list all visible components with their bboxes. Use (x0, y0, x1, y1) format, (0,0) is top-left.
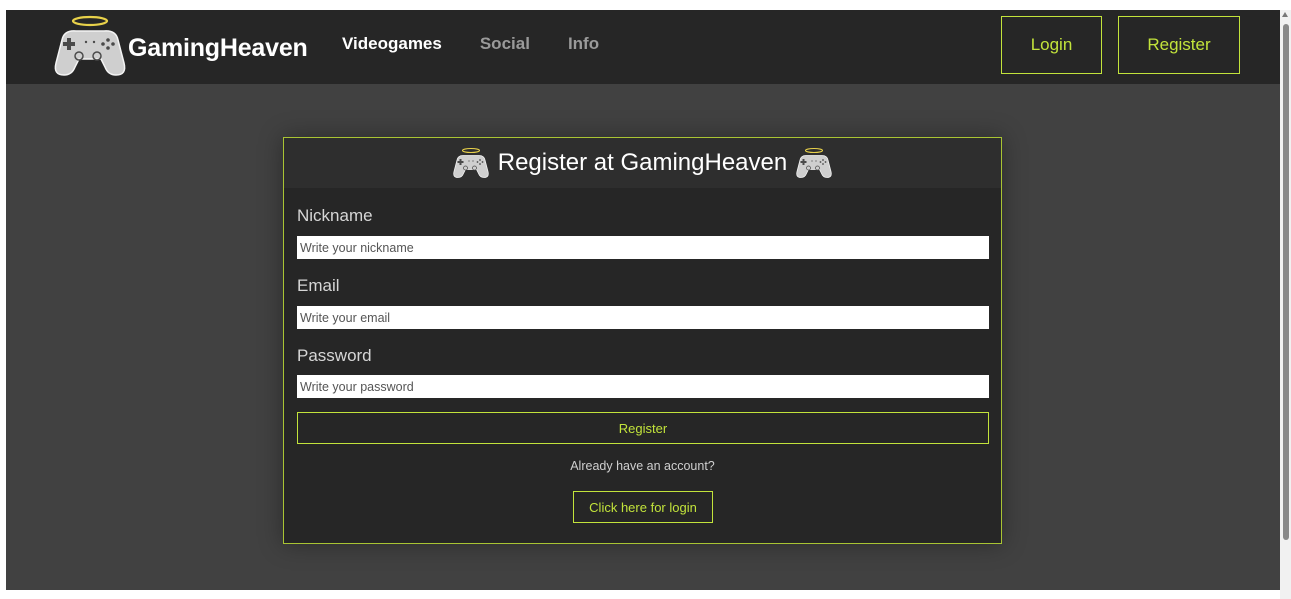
halo-gamepad-icon (451, 144, 491, 182)
vertical-scrollbar[interactable] (1280, 10, 1291, 599)
main-nav: Videogames Social Info (342, 34, 599, 54)
login-button[interactable]: Login (1001, 16, 1102, 74)
navbar: GamingHeaven Videogames Social Info Logi… (6, 10, 1280, 84)
already-account-text: Already have an account? (570, 459, 715, 473)
page-background: GamingHeaven Videogames Social Info Logi… (6, 10, 1280, 590)
nav-link-info[interactable]: Info (568, 34, 599, 54)
halo-gamepad-icon (794, 144, 834, 182)
register-nav-button[interactable]: Register (1118, 16, 1240, 74)
register-submit-button[interactable]: Register (297, 412, 989, 444)
halo-gamepad-icon (50, 14, 130, 78)
email-label: Email (297, 276, 340, 295)
login-link-button[interactable]: Click here for login (573, 491, 713, 523)
nav-link-videogames[interactable]: Videogames (342, 34, 442, 54)
brand-name: GamingHeaven (128, 33, 308, 62)
register-card-header: Register at GamingHeaven (284, 138, 1001, 188)
register-card: Register at GamingHeaven Nickname Email … (283, 137, 1002, 544)
scrollbar-thumb[interactable] (1283, 24, 1289, 540)
email-input[interactable] (297, 306, 989, 329)
nav-link-social[interactable]: Social (480, 34, 530, 54)
nickname-label: Nickname (297, 206, 373, 225)
brand-home-link[interactable]: GamingHeaven (50, 14, 308, 78)
nickname-input[interactable] (297, 236, 989, 259)
scroll-up-icon[interactable] (1282, 12, 1288, 17)
password-input[interactable] (297, 375, 989, 398)
password-label: Password (297, 346, 372, 365)
register-title: Register at GamingHeaven (497, 149, 788, 176)
